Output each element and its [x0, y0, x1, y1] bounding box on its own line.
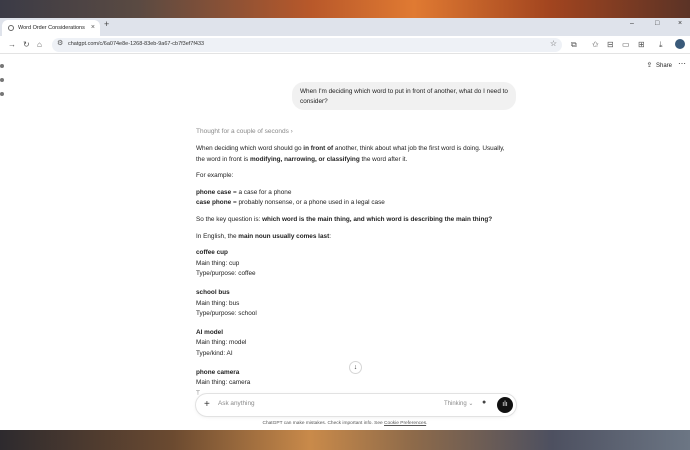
chat-page: ⇪ Share ⋯ When I'm deciding which word t…: [0, 54, 690, 430]
desktop-wallpaper-bottom: [0, 430, 690, 450]
tab-title: Word Order Considerations: [18, 25, 85, 31]
extensions-icon[interactable]: ⧉: [571, 39, 577, 51]
address-bar[interactable]: ⚙ chatgpt.com/c/6a074e8e-1268-83eb-9a67-…: [52, 38, 562, 52]
list-item: school bus Main thing: bus Type/purpose:…: [196, 288, 257, 318]
maximize-button[interactable]: □: [655, 20, 659, 27]
forward-icon[interactable]: →: [8, 39, 16, 51]
share-icon: ⇪: [646, 62, 653, 69]
browser-essentials-icon[interactable]: ⊞: [638, 39, 645, 51]
share-button[interactable]: ⇪ Share: [646, 61, 672, 69]
model-selector[interactable]: Thinking ⌄: [444, 400, 473, 407]
voice-mode-button[interactable]: ılı: [497, 397, 513, 413]
site-info-icon[interactable]: ⚙: [57, 39, 63, 47]
answer-intro: When deciding which word should go in fr…: [196, 145, 505, 163]
reload-icon[interactable]: ↻: [23, 39, 30, 51]
collections-icon[interactable]: ▭: [622, 39, 630, 51]
list-item: AI model Main thing: model Type/kind: AI: [196, 328, 247, 357]
message-composer[interactable]: + Ask anything Thinking ⌄ ● ılı: [196, 394, 516, 416]
dictate-mic-icon[interactable]: ●: [482, 399, 486, 406]
new-chat-icon[interactable]: [0, 78, 4, 82]
attach-plus-icon[interactable]: +: [204, 398, 210, 412]
home-icon[interactable]: ⌂: [37, 39, 42, 51]
profile-avatar[interactable]: [675, 39, 685, 49]
english-rule: In English, the main noun usually comes …: [196, 232, 331, 240]
new-tab-button[interactable]: +: [104, 19, 109, 29]
cookie-preferences-link[interactable]: Cookie Preferences: [384, 421, 426, 426]
downloads-icon[interactable]: ⤓: [659, 39, 663, 51]
collapsed-sidebar: [0, 54, 6, 104]
browser-window: Word Order Considerations × + – □ × → ↻ …: [0, 18, 690, 430]
minimize-button[interactable]: –: [630, 20, 634, 27]
for-example-label: For example:: [196, 172, 234, 180]
tab-strip: Word Order Considerations × + – □ ×: [0, 18, 690, 36]
list-item: coffee cup Main thing: cup Type/purpose:…: [196, 249, 256, 278]
tab-word-order[interactable]: Word Order Considerations ×: [2, 20, 100, 36]
key-question: So the key question is: which word is th…: [196, 215, 493, 223]
user-message: When I'm deciding which word to put in f…: [292, 82, 516, 110]
sidebar-toggle-icon[interactable]: [0, 64, 4, 68]
prompt-input[interactable]: Ask anything: [218, 400, 255, 407]
tab-close-icon[interactable]: ×: [91, 20, 95, 36]
desktop-wallpaper-top: [0, 0, 690, 18]
more-options-icon[interactable]: ⋯: [678, 59, 686, 68]
share-label: Share: [655, 63, 672, 69]
close-window-button[interactable]: ×: [678, 20, 682, 27]
url-text[interactable]: chatgpt.com/c/6a074e8e-1268-83eb-9a67-cb…: [68, 41, 204, 47]
favorites-icon[interactable]: ✩: [592, 39, 599, 51]
search-chats-icon[interactable]: [0, 92, 4, 96]
bookmark-star-icon[interactable]: ☆: [550, 39, 557, 48]
disclaimer-text: ChatGPT can make mistakes. Check importa…: [262, 421, 428, 426]
thought-toggle[interactable]: Thought for a couple of seconds ›: [196, 128, 293, 135]
browser-toolbar: → ↻ ⌂ ⚙ chatgpt.com/c/6a074e8e-1268-83eb…: [0, 36, 690, 54]
chatgpt-favicon-icon: [8, 25, 14, 31]
split-screen-icon[interactable]: ⊟: [607, 39, 614, 51]
scroll-to-bottom-button[interactable]: ↓: [349, 361, 362, 374]
example-pair: phone case = a case for a phone case pho…: [196, 188, 385, 207]
